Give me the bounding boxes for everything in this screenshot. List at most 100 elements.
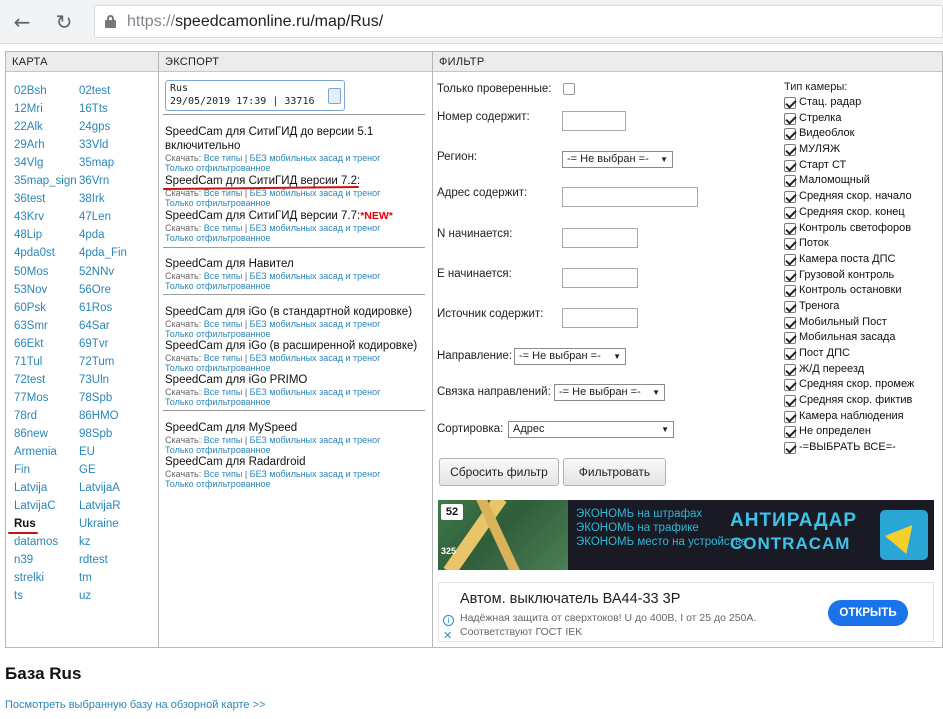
region-link-tm[interactable]: tm (79, 569, 143, 587)
camera-type-item[interactable]: -=ВЫБРАТЬ ВСЕ=- (784, 440, 943, 456)
close-icon[interactable]: ✕ (443, 629, 452, 642)
download-filtered-link[interactable]: Только отфильтрованное (165, 198, 270, 208)
region-link-GE[interactable]: GE (79, 461, 143, 479)
region-link-73Uln[interactable]: 73Uln (79, 371, 143, 389)
checkbox-checked[interactable] (784, 112, 796, 125)
region-link-4pda0st[interactable]: 4pda0st (14, 244, 78, 262)
sort-select[interactable]: Адрес ▼ (508, 421, 674, 438)
checkbox-checked[interactable] (784, 128, 796, 141)
checkbox-checked[interactable] (784, 175, 796, 188)
download-filtered-link[interactable]: Только отфильтрованное (165, 479, 270, 489)
camera-type-item[interactable]: МУЛЯЖ (784, 142, 943, 158)
only-verified-checkbox[interactable] (563, 83, 575, 95)
region-link-kz[interactable]: kz (79, 533, 143, 551)
region-link-Latvija[interactable]: Latvija (14, 479, 78, 497)
ad-title[interactable]: Автом. выключатель ВА44-33 3Р (460, 591, 680, 607)
region-link-61Ros[interactable]: 61Ros (79, 299, 143, 317)
reload-icon[interactable]: ↻ (50, 9, 78, 35)
download-all-types-link[interactable]: Все типы (204, 223, 243, 233)
region-link-60Psk[interactable]: 60Psk (14, 299, 78, 317)
region-link-Ukraine[interactable]: Ukraine (79, 515, 143, 533)
region-link-22Alk[interactable]: 22Alk (14, 118, 78, 136)
camera-type-item[interactable]: Тренога (784, 299, 943, 315)
region-link-64Sar[interactable]: 64Sar (79, 317, 143, 335)
n-starts-input[interactable] (562, 228, 638, 248)
ad-open-button[interactable]: ОТКРЫТЬ (828, 600, 908, 626)
camera-type-item[interactable]: Мобильный Пост (784, 315, 943, 331)
checkbox-checked[interactable] (784, 410, 796, 423)
camera-type-item[interactable]: Поток (784, 236, 943, 252)
camera-type-item[interactable]: Стац. радар (784, 95, 943, 111)
download-filtered-link[interactable]: Только отфильтрованное (165, 163, 270, 173)
region-link-24gps[interactable]: 24gps (79, 118, 143, 136)
camera-type-item[interactable]: Грузовой контроль (784, 268, 943, 284)
region-link-rdtest[interactable]: rdtest (79, 551, 143, 569)
region-link-52NNv[interactable]: 52NNv (79, 263, 143, 281)
ad-block[interactable]: Автом. выключатель ВА44-33 3Р Надёжная з… (438, 582, 934, 642)
address-bar[interactable]: https://speedcamonline.ru/map/Rus/ (94, 5, 943, 38)
region-link-ts[interactable]: ts (14, 587, 78, 605)
region-link-47Len[interactable]: 47Len (79, 208, 143, 226)
region-link-78rd[interactable]: 78rd (14, 407, 78, 425)
region-link-66Ekt[interactable]: 66Ekt (14, 335, 78, 353)
reset-filter-button[interactable]: Сбросить фильтр (439, 458, 559, 486)
region-link-4pda_Fin[interactable]: 4pda_Fin (79, 244, 143, 262)
checkbox-checked[interactable] (784, 442, 796, 455)
e-starts-input[interactable] (562, 268, 638, 288)
camera-type-item[interactable]: Не определен (784, 424, 943, 440)
checkbox-checked[interactable] (784, 300, 796, 313)
checkbox-checked[interactable] (784, 316, 796, 329)
region-link-86HMO[interactable]: 86HMO (79, 407, 143, 425)
camera-type-item[interactable]: Маломощный (784, 173, 943, 189)
download-no-mobile-link[interactable]: БЕЗ мобильных засад и треног (250, 188, 381, 198)
region-link-29Arh[interactable]: 29Arh (14, 136, 78, 154)
checkbox-checked[interactable] (784, 285, 796, 298)
checkbox-checked[interactable] (784, 191, 796, 204)
region-link-69Tvr[interactable]: 69Tvr (79, 335, 143, 353)
checkbox-checked[interactable] (784, 363, 796, 376)
camera-type-item[interactable]: Пост ДПС (784, 346, 943, 362)
region-link-12Mri[interactable]: 12Mri (14, 100, 78, 118)
region-link-72Tum[interactable]: 72Tum (79, 353, 143, 371)
download-all-types-link[interactable]: Все типы (204, 319, 243, 329)
region-link-98Spb[interactable]: 98Spb (79, 425, 143, 443)
region-link-78Spb[interactable]: 78Spb (79, 389, 143, 407)
checkbox-checked[interactable] (784, 348, 796, 360)
region-link-36test[interactable]: 36test (14, 190, 78, 208)
region-link-71Tul[interactable]: 71Tul (14, 353, 78, 371)
region-link-86new[interactable]: 86new (14, 425, 78, 443)
address-contains-input[interactable] (562, 187, 698, 207)
download-no-mobile-link[interactable]: БЕЗ мобильных засад и треног (250, 469, 381, 479)
region-link-72test[interactable]: 72test (14, 371, 78, 389)
download-filtered-link[interactable]: Только отфильтрованное (165, 329, 270, 339)
info-icon[interactable]: i (443, 615, 454, 626)
base-map-link[interactable]: Посмотреть выбранную базу на обзорной ка… (5, 699, 265, 711)
download-no-mobile-link[interactable]: БЕЗ мобильных засад и треног (250, 435, 381, 445)
region-link-35map_sign[interactable]: 35map_sign (14, 172, 78, 190)
download-filtered-link[interactable]: Только отфильтрованное (165, 397, 270, 407)
camera-type-item[interactable]: Средняя скор. промеж (784, 377, 943, 393)
region-link-LatvijaR[interactable]: LatvijaR (79, 497, 143, 515)
camera-type-item[interactable]: Средняя скор. начало (784, 189, 943, 205)
region-link-Armenia[interactable]: Armenia (14, 443, 78, 461)
camera-type-item[interactable]: Камера наблюдения (784, 409, 943, 425)
download-all-types-link[interactable]: Все типы (204, 435, 243, 445)
region-link-77Mos[interactable]: 77Mos (14, 389, 78, 407)
camera-type-item[interactable]: Стрелка (784, 111, 943, 127)
region-link-uz[interactable]: uz (79, 587, 143, 605)
checkbox-checked[interactable] (784, 159, 796, 172)
download-no-mobile-link[interactable]: БЕЗ мобильных засад и треног (250, 223, 381, 233)
region-link-43Krv[interactable]: 43Krv (14, 208, 78, 226)
download-all-types-link[interactable]: Все типы (204, 271, 243, 281)
region-link-02Bsh[interactable]: 02Bsh (14, 82, 78, 100)
region-link-datamos[interactable]: datamos (14, 533, 78, 551)
region-link-LatvijaA[interactable]: LatvijaA (79, 479, 143, 497)
apply-filter-button[interactable]: Фильтровать (563, 458, 666, 486)
camera-type-item[interactable]: Контроль остановки (784, 283, 943, 299)
camera-type-item[interactable]: Средняя скор. конец (784, 205, 943, 221)
region-link-38Irk[interactable]: 38Irk (79, 190, 143, 208)
dir-link-select[interactable]: -= Не выбран =- ▼ (554, 384, 665, 401)
checkbox-checked[interactable] (784, 395, 796, 408)
checkbox-checked[interactable] (784, 97, 796, 109)
download-filtered-link[interactable]: Только отфильтрованное (165, 233, 270, 243)
